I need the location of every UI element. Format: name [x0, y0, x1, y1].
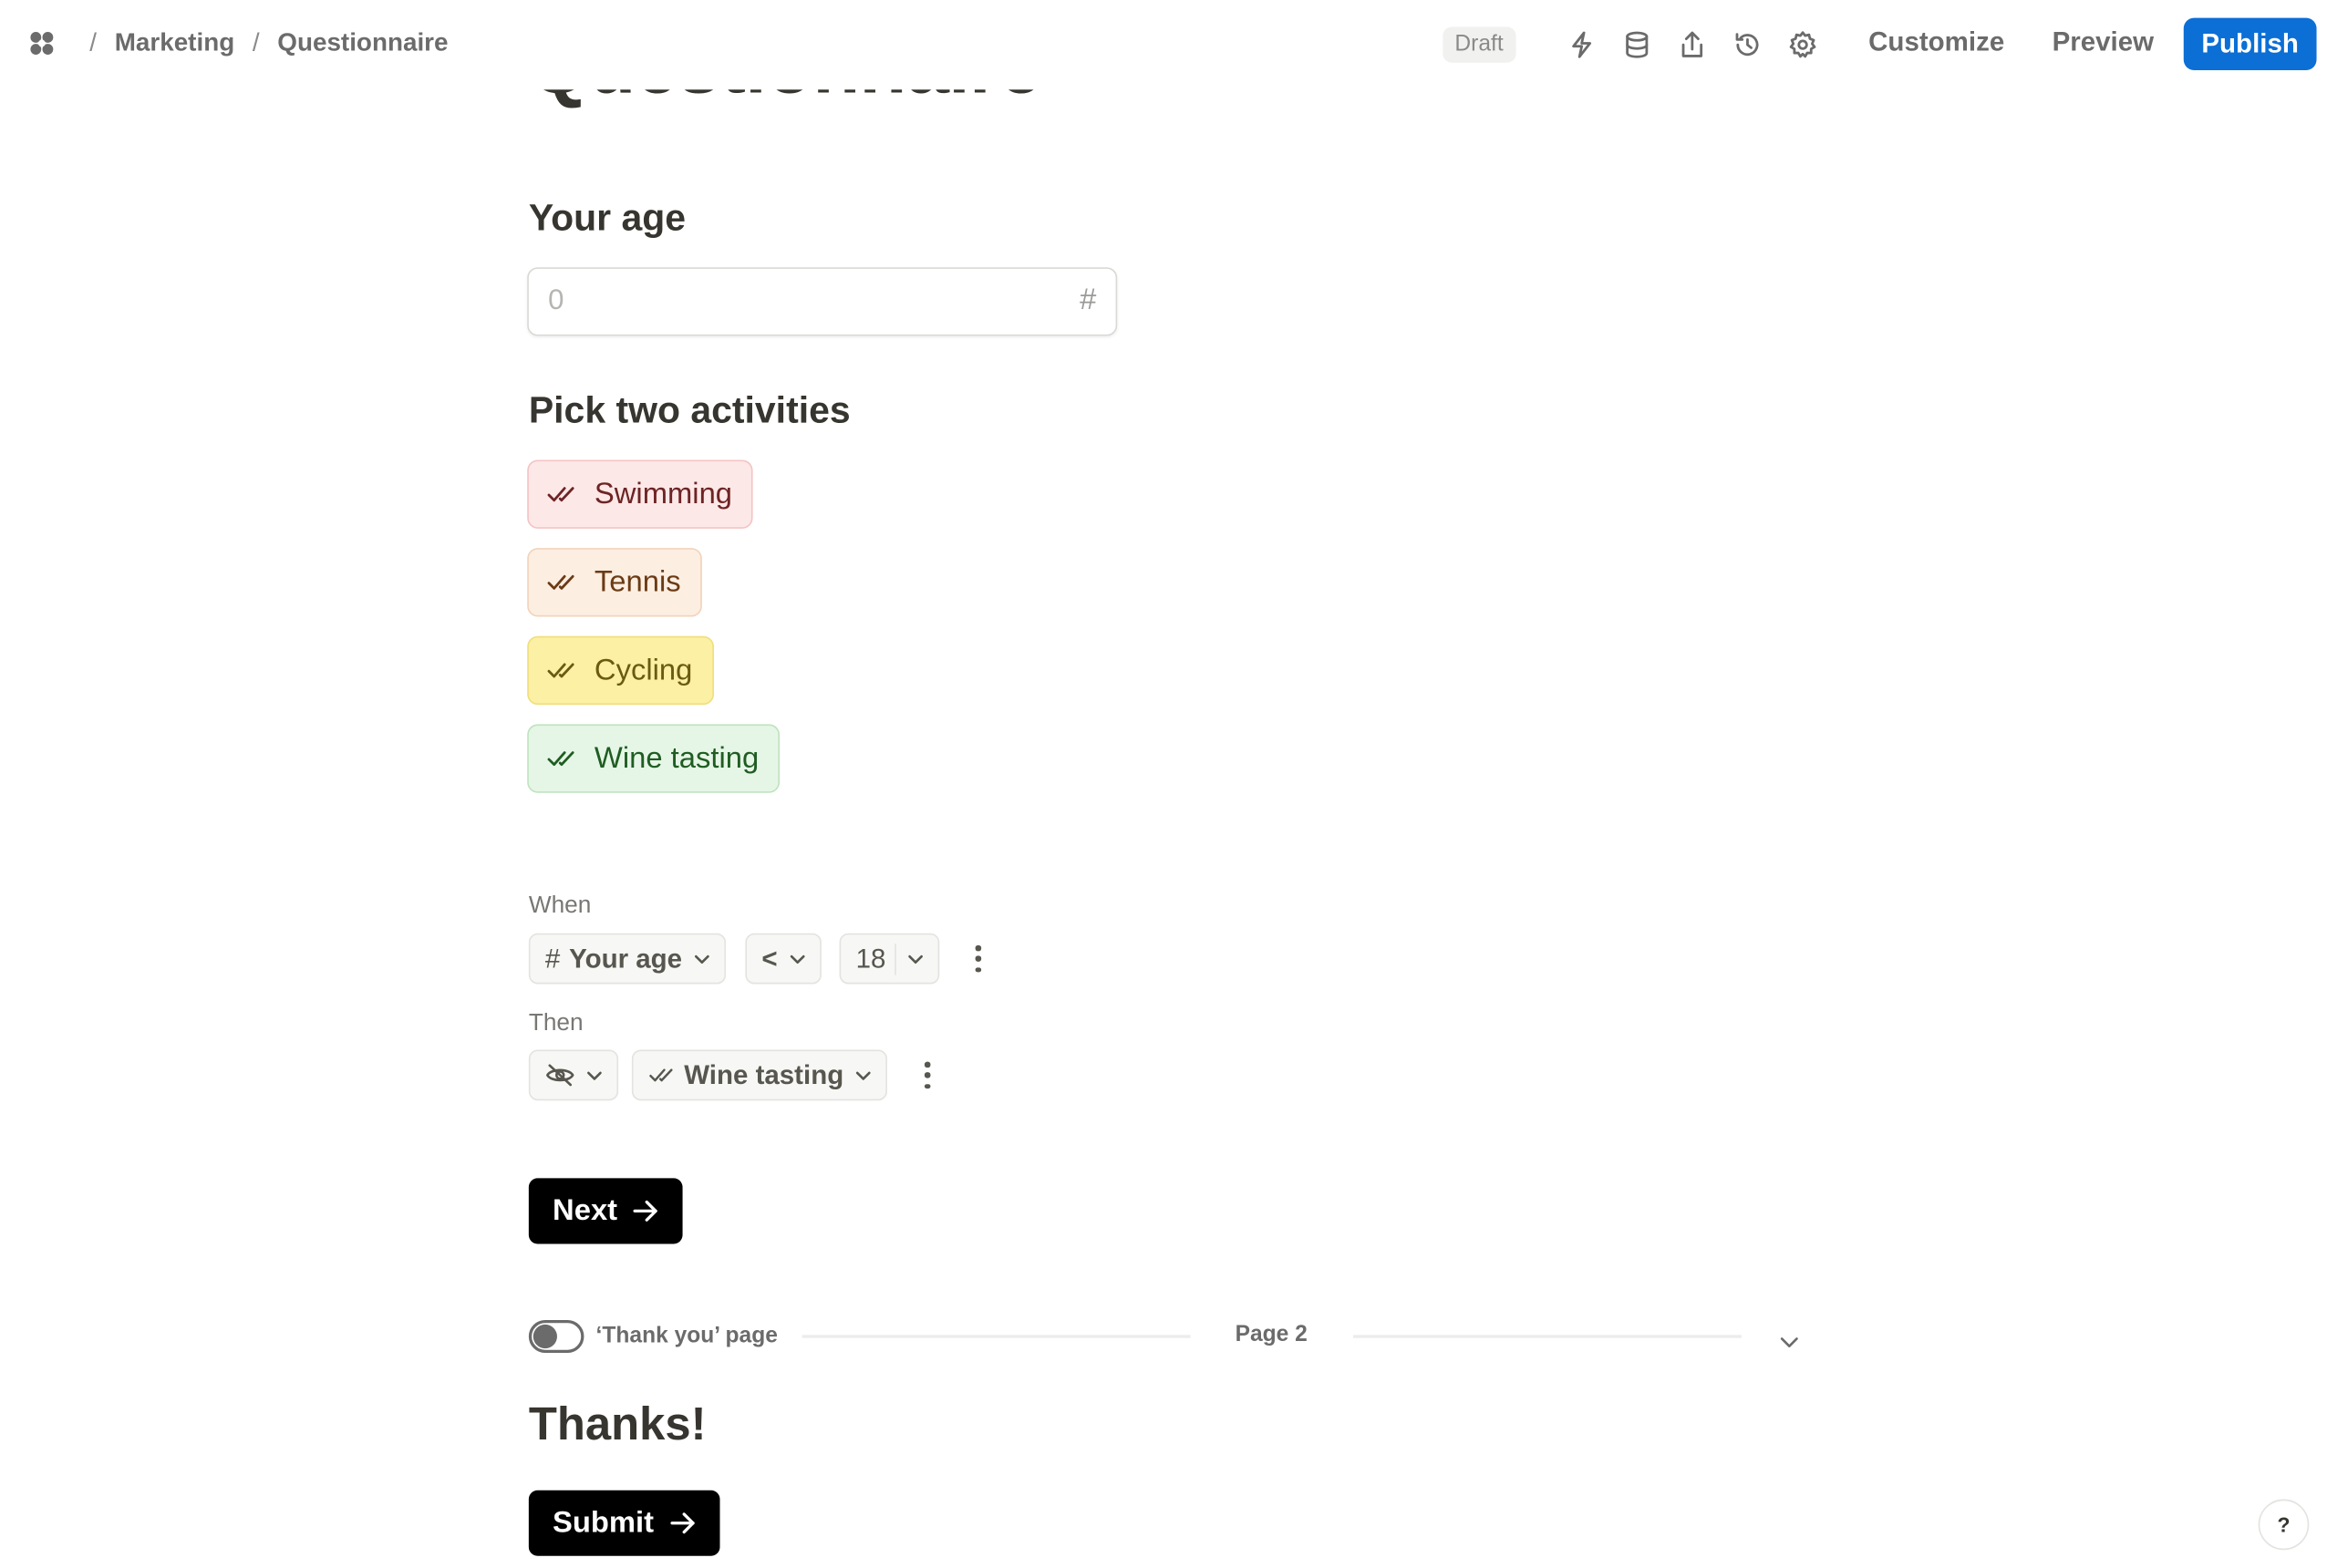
thank-you-page-label: ‘Thank you’ page — [595, 1323, 778, 1349]
eye-off-icon — [545, 1063, 575, 1087]
age-question-label[interactable]: Your age — [529, 197, 686, 241]
chevron-down-icon — [587, 1070, 602, 1080]
condition-field-select[interactable]: # Your age — [528, 933, 726, 985]
double-check-icon — [547, 747, 577, 770]
breadcrumb-item-marketing[interactable]: Marketing — [115, 28, 235, 58]
chevron-down-icon — [855, 1070, 871, 1080]
action-target-select[interactable]: Wine tasting — [631, 1049, 887, 1101]
arrow-right-icon — [670, 1512, 695, 1534]
divider-line — [802, 1335, 1191, 1337]
option-label: Cycling — [594, 653, 693, 686]
breadcrumb-item-questionnaire[interactable]: Questionnaire — [277, 28, 448, 58]
activities-question-label[interactable]: Pick two activities — [529, 390, 851, 434]
condition-field-value: Your age — [569, 943, 683, 974]
breadcrumb: / Marketing / Questionnaire — [26, 28, 449, 58]
page-label[interactable]: Page 2 — [1236, 1322, 1308, 1347]
condition-more-menu-icon[interactable] — [972, 944, 984, 973]
option-label: Swimming — [594, 477, 733, 511]
thanks-heading[interactable]: Thanks! — [529, 1398, 707, 1451]
option-label: Wine tasting — [594, 741, 760, 775]
then-label: Then — [528, 1010, 584, 1037]
option-chip-wine-tasting[interactable]: Wine tasting — [527, 724, 781, 793]
double-check-icon — [648, 1065, 675, 1086]
action-more-menu-icon[interactable] — [922, 1061, 934, 1089]
age-input-placeholder: 0 — [548, 284, 564, 317]
top-bar: / Marketing / Questionnaire Draft Custom… — [0, 0, 2327, 90]
action-target-value: Wine tasting — [684, 1059, 844, 1089]
page-content: Questionnaire / Marketing / Questionnair… — [0, 0, 2327, 1568]
condition-value: 18 — [856, 943, 896, 975]
next-button[interactable]: Next — [528, 1178, 684, 1244]
submit-button[interactable]: Submit — [528, 1490, 720, 1556]
when-label: When — [528, 892, 592, 919]
double-check-icon — [547, 658, 577, 682]
next-button-label: Next — [553, 1193, 618, 1227]
lightning-icon[interactable] — [1567, 28, 1597, 61]
submit-button-label: Submit — [553, 1505, 655, 1539]
customize-button[interactable]: Customize — [1868, 26, 2004, 57]
toggle-knob — [533, 1324, 557, 1349]
breadcrumb-separator: / — [89, 28, 98, 57]
option-label: Tennis — [594, 564, 681, 599]
double-check-icon — [547, 571, 577, 594]
age-number-input[interactable]: 0 # — [527, 267, 1118, 336]
chevron-down-icon[interactable] — [1780, 1329, 1798, 1347]
thank-you-page-toggle[interactable] — [528, 1319, 584, 1354]
database-icon[interactable] — [1622, 28, 1652, 61]
divider-line — [1353, 1335, 1742, 1337]
number-type-icon: # — [544, 943, 561, 974]
workspace-logo-icon[interactable] — [26, 28, 57, 58]
arrow-right-icon — [634, 1200, 658, 1222]
settings-icon[interactable] — [1788, 28, 1818, 61]
option-chip-swimming[interactable]: Swimming — [527, 459, 753, 529]
option-chip-cycling[interactable]: Cycling — [527, 635, 714, 706]
number-type-icon: # — [1080, 284, 1097, 317]
history-icon[interactable] — [1732, 28, 1763, 61]
status-badge: Draft — [1443, 26, 1515, 63]
app-window: Questionnaire / Marketing / Questionnair… — [0, 0, 2327, 1568]
help-button[interactable]: ? — [2258, 1499, 2310, 1551]
share-icon[interactable] — [1677, 28, 1707, 61]
chevron-down-icon — [908, 954, 924, 964]
condition-operator-select[interactable]: < — [745, 933, 822, 985]
publish-button[interactable]: Publish — [2183, 17, 2317, 70]
preview-button[interactable]: Preview — [2053, 26, 2154, 57]
action-type-select[interactable] — [528, 1049, 619, 1101]
condition-value-select[interactable]: 18 — [839, 933, 940, 985]
condition-operator-value: < — [761, 943, 778, 974]
chevron-down-icon — [790, 954, 804, 964]
option-chip-tennis[interactable]: Tennis — [527, 548, 702, 617]
breadcrumb-separator: / — [252, 28, 260, 57]
chevron-down-icon — [694, 954, 709, 964]
double-check-icon — [547, 482, 577, 506]
page-divider: ‘Thank you’ page Page 2 — [528, 1319, 1802, 1354]
